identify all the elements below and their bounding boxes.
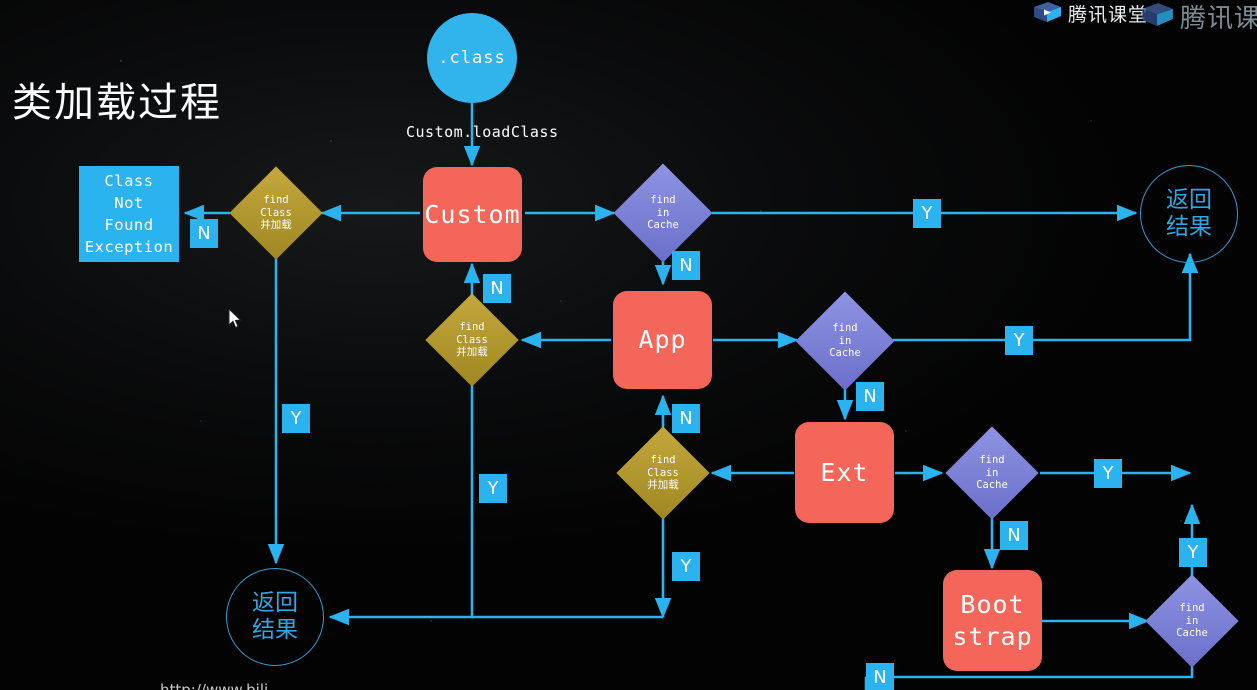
- node-bootstrap-label-line1: Boot: [960, 590, 1025, 620]
- page-title: 类加载过程: [12, 80, 222, 126]
- return-bottom-line1: 返回: [252, 589, 298, 616]
- node-ext-label: Ext: [820, 457, 869, 487]
- edge-tag-n-findclass-custom-to-custom: N: [483, 274, 511, 303]
- edge-tag-n-cache-app: N: [856, 382, 884, 411]
- edge-tag-y-findclass-app: Y: [479, 474, 507, 503]
- decision-find-class-app[interactable]: find Class 并加载: [425, 293, 519, 387]
- edge-label-load-class: Custom.loadClass: [406, 123, 559, 141]
- return-top-line1: 返回: [1166, 186, 1212, 213]
- node-app-label: App: [638, 325, 687, 355]
- node-class-file[interactable]: .class: [427, 13, 517, 103]
- edge-tag-y-findclass-custom: Y: [282, 404, 310, 433]
- watermark-text: 腾讯课堂: [1068, 4, 1149, 26]
- edge-tag-y-findclass-ext: Y: [672, 552, 700, 581]
- watermark-text: 腾讯课: [1180, 4, 1257, 34]
- edge-tag-n-findclass-app-to-app: N: [672, 404, 700, 433]
- node-ext[interactable]: Ext: [795, 422, 894, 523]
- diamond-shape: [613, 163, 713, 263]
- node-custom[interactable]: Custom: [423, 167, 522, 262]
- bottom-url-text: http://www.bili: [160, 681, 269, 690]
- edge-tag-y-cache-bootstrap: Y: [1179, 538, 1207, 567]
- decision-find-in-cache-app[interactable]: find in Cache: [795, 291, 895, 391]
- node-bootstrap-label-line2: strap: [952, 621, 1033, 651]
- node-class-file-label: .class: [438, 48, 506, 68]
- node-bootstrap[interactable]: Boot strap: [943, 570, 1042, 671]
- edge-tag-y-cache-ext: Y: [1094, 459, 1122, 488]
- diamond-shape: [425, 293, 519, 387]
- edge-tag-n-cache-ext: N: [1000, 521, 1028, 550]
- watermark-tencent-classroom-2: 腾讯课: [1140, 0, 1257, 35]
- cnfe-line1: Class: [104, 172, 154, 190]
- edge-tag-n-cache-custom: N: [672, 251, 700, 280]
- edge-tag-y-cache-custom: Y: [913, 199, 941, 228]
- decision-find-in-cache-custom[interactable]: find in Cache: [613, 163, 713, 263]
- cnfe-line4: Exception: [84, 238, 174, 256]
- edge-tag-n-cache-bootstrap: N: [866, 663, 894, 690]
- diamond-shape: [616, 426, 710, 520]
- diamond-shape: [1145, 574, 1239, 668]
- cnfe-line2: Not: [114, 194, 144, 212]
- decision-find-in-cache-ext[interactable]: find in Cache: [945, 426, 1039, 520]
- decision-find-class-custom[interactable]: find Class 并加载: [229, 166, 323, 260]
- return-top-line2: 结果: [1166, 214, 1212, 240]
- decision-find-class-ext[interactable]: find Class 并加载: [616, 426, 710, 520]
- return-bottom-line2: 结果: [252, 617, 298, 643]
- decision-find-in-cache-bootstrap[interactable]: find in Cache: [1145, 574, 1239, 668]
- tencent-logo-icon: [1140, 2, 1174, 31]
- node-app[interactable]: App: [613, 291, 712, 389]
- diamond-shape: [795, 291, 895, 391]
- cnfe-line3: Found: [104, 216, 154, 234]
- node-class-not-found-exception[interactable]: Class Not Found Exception: [79, 166, 179, 262]
- node-return-result-bottom[interactable]: 返回 结果: [226, 568, 324, 666]
- diamond-shape: [945, 426, 1039, 520]
- tencent-logo-icon: [1032, 1, 1062, 27]
- diagram-canvas: .class Custom.loadClass Custom App Ext B…: [0, 0, 1257, 690]
- diamond-shape: [229, 166, 323, 260]
- edge-tag-y-cache-app: Y: [1005, 326, 1033, 355]
- node-custom-label: Custom: [424, 199, 521, 229]
- node-return-result-top[interactable]: 返回 结果: [1140, 165, 1238, 263]
- edge-tag-n-class-not-found: N: [190, 219, 218, 248]
- watermark-tencent-classroom-1: 腾讯课堂: [1032, 0, 1148, 27]
